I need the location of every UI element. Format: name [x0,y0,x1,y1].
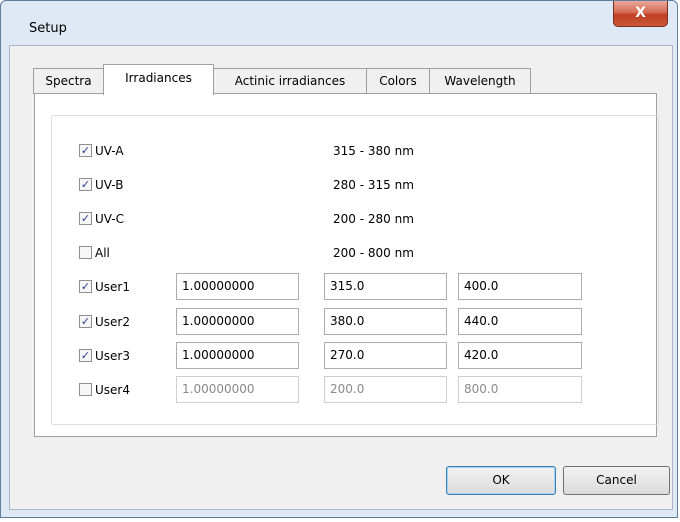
window-title: Setup [29,21,67,36]
user4-from-field: 200.0 [324,376,447,403]
user2-label: User2 [95,315,130,329]
user2-checkbox[interactable]: ✓ [79,315,92,328]
user1-from-field[interactable]: 315.0 [324,273,447,300]
user1-checkbox[interactable]: ✓ [79,280,92,293]
all-label: All [95,246,110,260]
tab-label: Colors [379,74,417,88]
user2-factor-field[interactable]: 1.00000000 [176,308,299,335]
close-button[interactable]: X [613,1,668,27]
uv-c-checkbox[interactable]: ✓ [79,212,92,225]
user3-from-field[interactable]: 270.0 [324,342,447,369]
user2-to-field[interactable]: 440.0 [458,308,582,335]
user1-label: User1 [95,280,130,294]
close-icon: X [635,5,646,21]
user4-to-field: 800.0 [458,376,582,403]
uv-b-range: 280 - 315 nm [333,178,414,192]
ok-button[interactable]: OK [446,466,556,495]
tab-label: Actinic irradiances [234,74,346,88]
setup-dialog: Setup X Spectra Irradiances Actinic irra… [0,0,678,518]
user4-checkbox[interactable] [79,383,92,396]
user4-factor-field: 1.00000000 [176,376,299,403]
tab-actinic-irradiances[interactable]: Actinic irradiances [213,68,367,94]
tab-label: Spectra [45,74,92,88]
tab-irradiances[interactable]: Irradiances [103,64,214,95]
tab-label: Irradiances [125,71,192,85]
title-bar[interactable]: Setup X [1,1,677,45]
user3-to-field[interactable]: 420.0 [458,342,582,369]
uv-a-label: UV-A [95,144,124,158]
irradiances-panel: ✓ UV-A 315 - 380 nm ✓ UV-B 280 - 315 nm … [34,93,659,437]
user3-checkbox[interactable]: ✓ [79,349,92,362]
tab-spectra[interactable]: Spectra [33,68,104,94]
dialog-client-area: Spectra Irradiances Actinic irradiances … [9,45,673,510]
uv-a-range: 315 - 380 nm [333,144,414,158]
uv-b-checkbox[interactable]: ✓ [79,178,92,191]
uv-c-label: UV-C [95,212,124,226]
tab-label: Wavelength [444,74,516,88]
user2-from-field[interactable]: 380.0 [324,308,447,335]
tab-wavelength[interactable]: Wavelength [429,68,531,94]
user3-factor-field[interactable]: 1.00000000 [176,342,299,369]
user3-label: User3 [95,349,130,363]
all-range: 200 - 800 nm [333,246,414,260]
user4-label: User4 [95,383,130,397]
uv-c-range: 200 - 280 nm [333,212,414,226]
user1-to-field[interactable]: 400.0 [458,273,582,300]
uv-a-checkbox[interactable]: ✓ [79,144,92,157]
cancel-button[interactable]: Cancel [563,466,670,495]
uv-b-label: UV-B [95,178,124,192]
user1-factor-field[interactable]: 1.00000000 [176,273,299,300]
all-checkbox[interactable] [79,246,92,259]
irradiance-group: ✓ UV-A 315 - 380 nm ✓ UV-B 280 - 315 nm … [51,115,659,425]
tab-colors[interactable]: Colors [366,68,430,94]
